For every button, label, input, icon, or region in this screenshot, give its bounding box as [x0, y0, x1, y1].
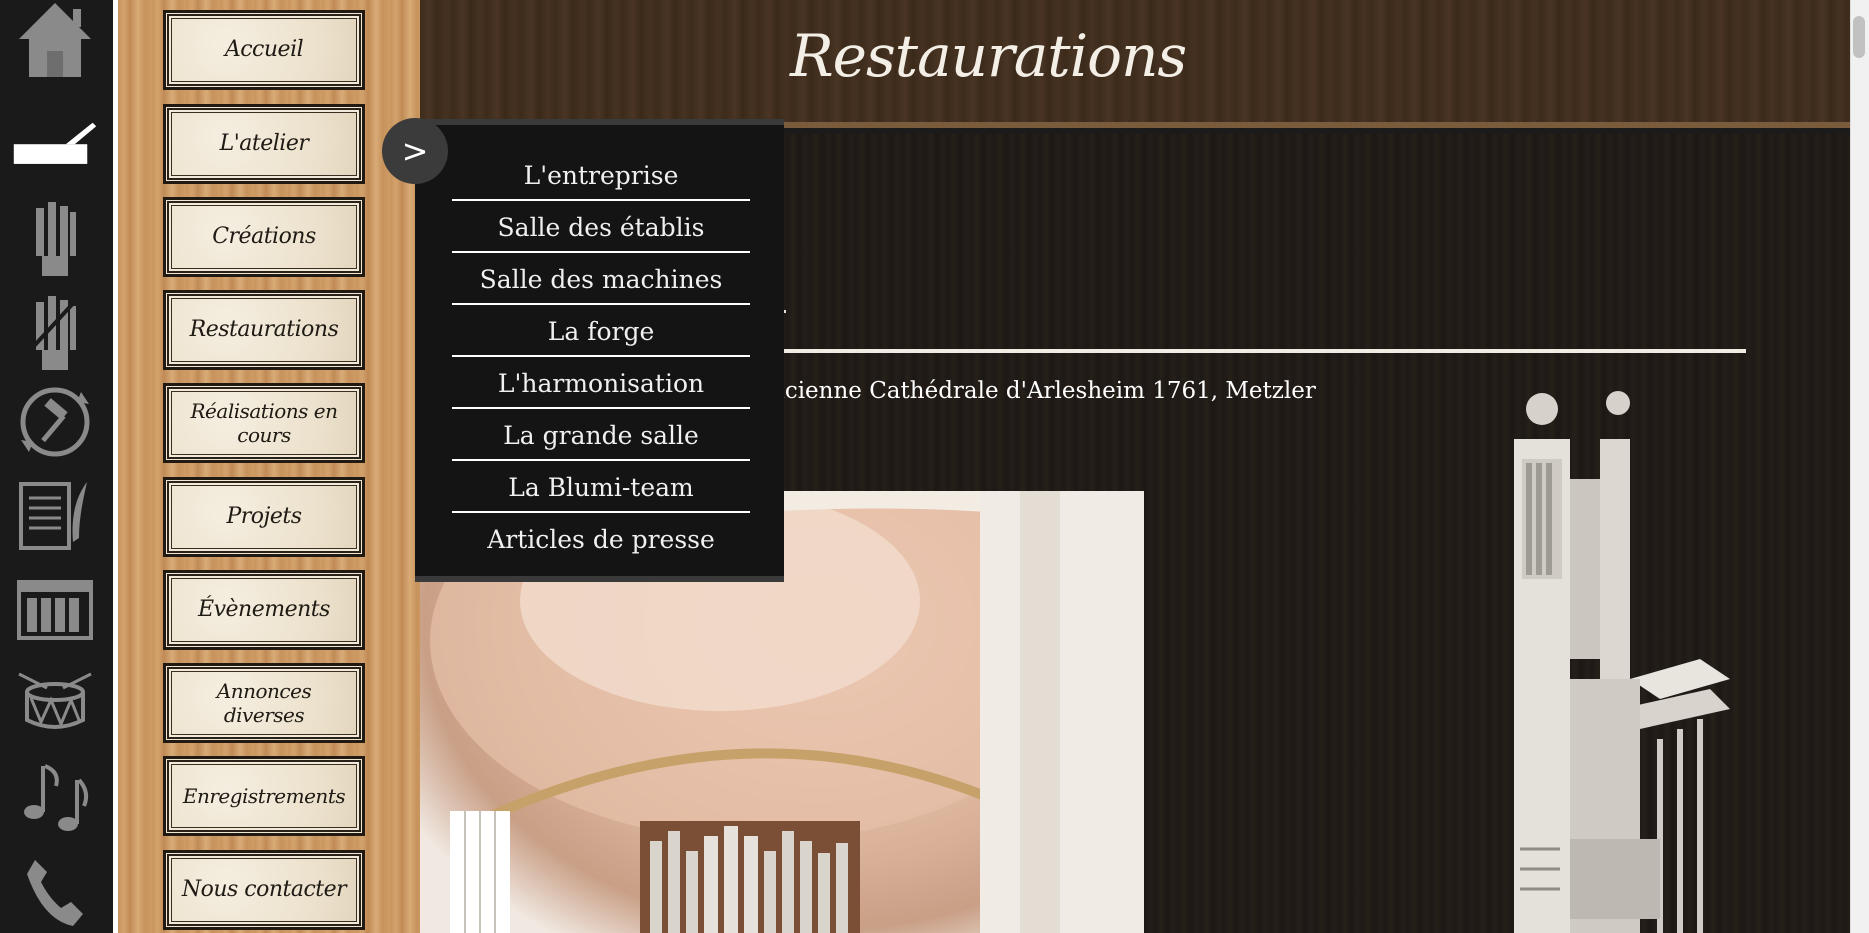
menu-item-label: Évènements — [198, 596, 330, 622]
menu-item-restaurations[interactable]: Restaurations — [163, 290, 365, 370]
document-feather-icon[interactable] — [12, 476, 98, 556]
workbench-icon[interactable] — [12, 106, 98, 186]
drum-icon[interactable] — [12, 664, 98, 744]
organ-pipes-partial-icon[interactable] — [12, 292, 98, 372]
menu-item-projets[interactable]: Projets — [163, 477, 365, 557]
menu-item-label: Annonces diverses — [216, 679, 312, 727]
organ-illustration — [1500, 379, 1740, 933]
menu-item-label: Créations — [212, 223, 316, 249]
main-menu: Accueil L'atelier Créations Restauration… — [118, 0, 420, 933]
section-divider — [783, 349, 1746, 353]
phone-icon[interactable] — [12, 852, 98, 932]
organ-pipes-icon[interactable] — [12, 198, 98, 278]
submenu-item-harmonisation[interactable]: L'harmonisation — [452, 357, 750, 409]
atelier-submenu: L'entreprise Salle des établis Salle des… — [415, 119, 784, 582]
submenu-item-salle-etablis[interactable]: Salle des établis — [452, 201, 750, 253]
menu-item-label: Réalisations en cours — [190, 399, 339, 447]
menu-item-atelier[interactable]: L'atelier — [163, 104, 365, 184]
submenu-item-entreprise[interactable]: L'entreprise — [452, 149, 750, 201]
calendar-icon[interactable] — [12, 570, 98, 650]
restoration-hammer-icon[interactable] — [12, 382, 98, 462]
menu-item-realisations[interactable]: Réalisations en cours — [163, 383, 365, 463]
submenu-item-forge[interactable]: La forge — [452, 305, 750, 357]
menu-item-label: Restaurations — [189, 316, 339, 342]
menu-item-creations[interactable]: Créations — [163, 197, 365, 277]
submenu-toggle-button[interactable]: > — [382, 118, 448, 184]
menu-item-annonces[interactable]: Annonces diverses — [163, 663, 365, 743]
scrollbar-thumb[interactable] — [1853, 16, 1865, 58]
page-header: Restaurations — [420, 0, 1850, 128]
menu-item-label: Accueil — [224, 36, 304, 62]
home-icon[interactable] — [12, 0, 98, 80]
submenu-item-blumi-team[interactable]: La Blumi-team — [452, 461, 750, 513]
submenu-item-grande-salle[interactable]: La grande salle — [452, 409, 750, 461]
icon-sidebar — [0, 0, 113, 933]
menu-item-enregistrements[interactable]: Enregistrements — [163, 756, 365, 836]
menu-item-accueil[interactable]: Accueil — [163, 10, 365, 90]
menu-item-evenements[interactable]: Évènements — [163, 570, 365, 650]
restoration-caption: ncienne Cathédrale d'Arlesheim 1761, Met… — [770, 378, 1316, 404]
submenu-item-articles-presse[interactable]: Articles de presse — [452, 513, 750, 565]
page-title: Restaurations — [790, 22, 1187, 90]
menu-item-label: Enregistrements — [182, 784, 346, 808]
menu-item-label: L'atelier — [219, 130, 309, 156]
submenu-item-salle-machines[interactable]: Salle des machines — [452, 253, 750, 305]
music-notes-icon[interactable] — [12, 756, 98, 836]
scrollbar-track[interactable] — [1850, 0, 1869, 933]
menu-item-label: Projets — [226, 503, 302, 529]
menu-item-contact[interactable]: Nous contacter — [163, 850, 365, 930]
menu-item-label: Nous contacter — [181, 876, 347, 902]
